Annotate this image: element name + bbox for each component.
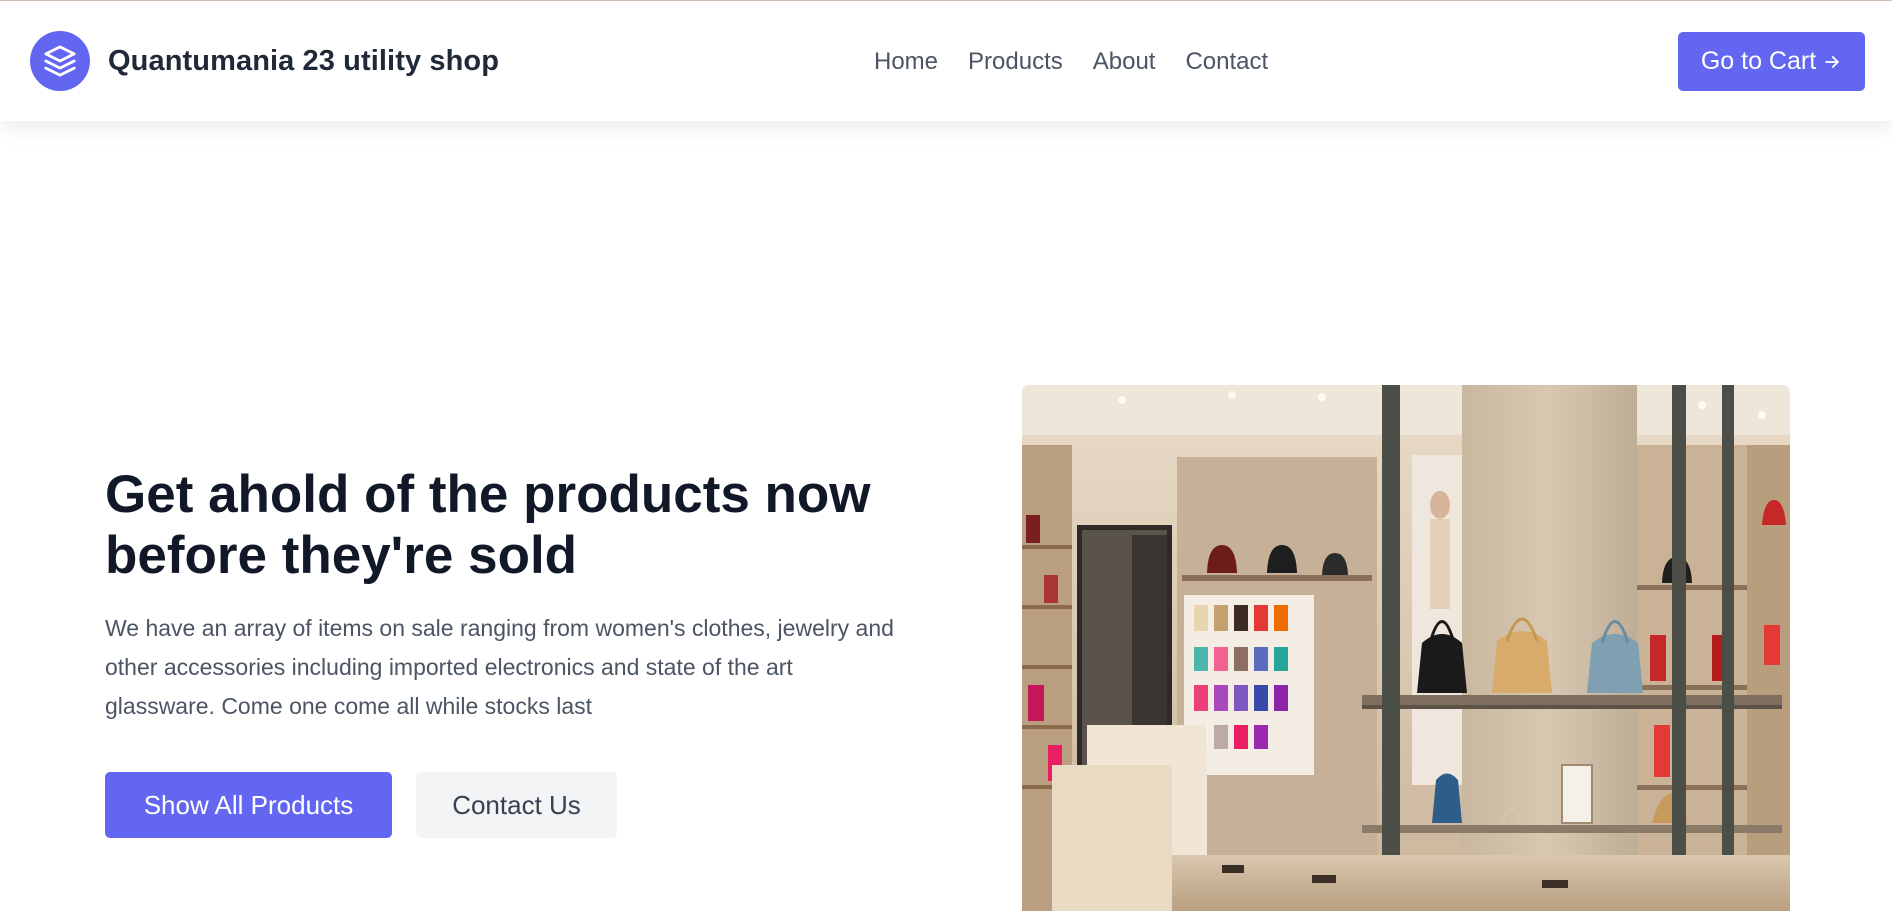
contact-us-button[interactable]: Contact Us [416, 772, 617, 838]
arrow-right-icon [1822, 52, 1842, 72]
go-to-cart-label: Go to Cart [1700, 47, 1817, 75]
show-all-products-button[interactable]: Show All Products [105, 772, 392, 838]
stacked-layers-icon [30, 31, 90, 91]
hero-description: We have an array of items on sale rangin… [105, 615, 894, 719]
hero-title: Get ahold of the products now before the… [105, 465, 871, 585]
hero-image [1022, 385, 1790, 911]
brand-name: Quantumania 23 utility shop [108, 44, 500, 77]
nav-products[interactable]: Products [968, 47, 1063, 77]
nav-about[interactable]: About [1093, 47, 1156, 77]
go-to-cart-button[interactable]: Go to Cart [1678, 32, 1865, 91]
site-header: Quantumania 23 utility shop Home Product… [0, 1, 1892, 121]
nav-home[interactable]: Home [874, 47, 938, 77]
brand[interactable]: Quantumania 23 utility shop [30, 31, 499, 91]
main-nav: Home Products About Contact [874, 47, 1298, 77]
nav-contact[interactable]: Contact [1185, 47, 1268, 77]
